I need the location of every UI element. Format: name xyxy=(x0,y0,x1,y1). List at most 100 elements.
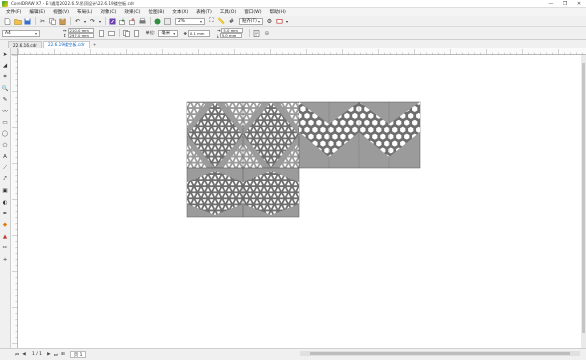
tab-22-6-19-panel[interactable]: 22.6.19镂空板.cdr xyxy=(43,41,90,48)
menu-layout[interactable]: 布局(L) xyxy=(73,9,96,15)
artistic-media-tool-icon[interactable]: 〰 xyxy=(1,107,10,116)
paper-size-value: A4 xyxy=(5,30,11,36)
menu-help[interactable]: 帮助(H) xyxy=(266,9,290,15)
transparency-tool-icon[interactable]: ◐ xyxy=(1,198,10,207)
landscape-icon[interactable] xyxy=(107,29,116,38)
menu-text[interactable]: 文本(X) xyxy=(168,9,192,15)
current-page-icon[interactable] xyxy=(132,29,141,38)
options-gear-icon[interactable]: ⚙ xyxy=(265,17,274,26)
app-launcher-icon[interactable] xyxy=(153,17,162,26)
all-pages-icon[interactable] xyxy=(122,29,131,38)
snap-to-select[interactable]: 贴齐(T) ▾ xyxy=(239,17,263,25)
copy-icon[interactable] xyxy=(48,17,57,26)
page-height-input[interactable]: 297.0 mm xyxy=(67,33,94,38)
last-page-icon[interactable]: ⏭ xyxy=(53,352,59,358)
add-tool-plus-icon[interactable]: + xyxy=(1,255,10,264)
next-page-icon[interactable]: ▶ xyxy=(46,352,52,358)
vertical-scroll-thumb[interactable] xyxy=(582,63,585,333)
drawing-canvas[interactable] xyxy=(18,55,586,348)
vertical-ruler[interactable] xyxy=(11,55,18,348)
full-screen-icon[interactable]: ⛶ xyxy=(207,17,216,26)
paste-icon[interactable] xyxy=(58,17,67,26)
maximize-button[interactable]: ❐ xyxy=(558,0,572,8)
parallel-dimension-tool-icon[interactable]: ⟋ xyxy=(1,164,10,173)
shape-tool-icon[interactable]: ◢ xyxy=(1,61,10,70)
connector-tool-icon[interactable]: ⤤ xyxy=(1,175,10,184)
minimize-button[interactable]: — xyxy=(544,0,558,8)
close-button[interactable]: ✕ xyxy=(572,0,586,8)
outline-pen-tool-icon[interactable]: ✏ xyxy=(1,244,10,253)
page-height-row: ↕ 297.0 mm xyxy=(62,33,94,38)
menu-bitmaps[interactable]: 位图(B) xyxy=(144,9,168,15)
freehand-tool-icon[interactable]: ✎ xyxy=(1,96,10,105)
horizontal-scrollbar[interactable] xyxy=(300,351,580,356)
menu-object[interactable]: 对象(C) xyxy=(96,9,120,15)
window-title: CorelDRAW X7 - E:\通用2022.6.5\吊顶设计\22.6.1… xyxy=(11,0,135,6)
rectangle-tool-icon[interactable]: ▭ xyxy=(1,118,10,127)
menu-effects[interactable]: 效果(C) xyxy=(120,9,144,15)
edit-page-icon[interactable] xyxy=(252,29,261,38)
duplicate-y-input[interactable]: 5.0 mm xyxy=(219,33,242,38)
units-select[interactable]: 毫米 ▾ xyxy=(158,29,179,37)
menu-view[interactable]: 视图(V) xyxy=(49,9,73,15)
redo-icon[interactable]: ↷ xyxy=(88,17,97,26)
page-tab-1[interactable]: 页 1 xyxy=(69,351,87,358)
zoom-level-value: 2% xyxy=(178,18,185,24)
welcome-screen-icon[interactable] xyxy=(163,17,172,26)
menu-window[interactable]: 窗口(W) xyxy=(240,9,265,15)
ruler-origin-corner[interactable] xyxy=(11,48,18,55)
export-icon[interactable] xyxy=(128,17,137,26)
zoom-level-select[interactable]: 2% ▾ xyxy=(175,17,205,25)
panel-hexagon-zigzag[interactable] xyxy=(296,99,425,174)
cut-icon[interactable]: ✂ xyxy=(38,17,47,26)
toolbar-separator xyxy=(249,29,251,37)
menu-edit[interactable]: 编辑(E) xyxy=(25,9,49,15)
save-icon[interactable] xyxy=(23,17,32,26)
menu-file[interactable]: 文件(F) xyxy=(2,9,25,15)
crosshair-icon[interactable]: ⊕ xyxy=(262,29,271,38)
chevron-down-icon: ▾ xyxy=(257,18,260,24)
text-tool-icon[interactable]: A xyxy=(1,153,10,162)
crop-tool-icon[interactable]: ⌗ xyxy=(1,73,10,82)
polygon-tool-icon[interactable]: ⬠ xyxy=(1,141,10,150)
first-page-icon[interactable]: ⏮ xyxy=(14,352,20,358)
new-document-icon[interactable] xyxy=(3,17,12,26)
portrait-icon[interactable] xyxy=(97,29,106,38)
new-tab-plus-icon[interactable]: + xyxy=(91,41,99,48)
drop-shadow-tool-icon[interactable]: ▣ xyxy=(1,187,10,196)
panel-triangle-diamond[interactable] xyxy=(182,101,312,174)
chevron-down-icon[interactable]: ▾ xyxy=(285,17,289,26)
undo-icon[interactable]: ↶ xyxy=(73,17,82,26)
page-dimensions: ↔ 210.0 mm ↕ 297.0 mm xyxy=(62,28,94,38)
toolbar-separator xyxy=(118,29,120,37)
tab-22-6-16[interactable]: 22.6.16.cdr xyxy=(8,41,42,48)
pick-tool-icon[interactable]: ➤ xyxy=(1,50,10,59)
horizontal-scroll-thumb[interactable] xyxy=(310,352,570,355)
chevron-down-icon: ▾ xyxy=(199,18,202,24)
print-icon[interactable] xyxy=(138,17,147,26)
menu-tools[interactable]: 工具(O) xyxy=(216,9,240,15)
search-content-icon[interactable] xyxy=(108,17,117,26)
show-grid-icon[interactable]: # xyxy=(227,17,236,26)
eyedropper-tool-icon[interactable]: ✒ xyxy=(1,209,10,218)
horizontal-ruler-ticks xyxy=(18,49,583,55)
open-folder-icon[interactable] xyxy=(13,17,22,26)
nudge-distance-input[interactable]: 0.1 mm xyxy=(187,29,210,37)
toolbar-separator xyxy=(35,17,36,25)
zoom-tool-icon[interactable]: 🔍 xyxy=(1,84,10,93)
launch-dropdown-icon[interactable] xyxy=(275,17,284,26)
smart-fill-tool-icon[interactable]: ▲ xyxy=(1,232,10,241)
redo-dropdown-icon[interactable]: ▾ xyxy=(98,17,102,26)
panel-triangle-band[interactable] xyxy=(182,167,312,228)
paper-size-select[interactable]: A4 ▾ xyxy=(2,29,40,37)
show-rulers-icon[interactable]: 📏 xyxy=(217,17,226,26)
vertical-scrollbar[interactable] xyxy=(581,55,586,348)
undo-dropdown-icon[interactable]: ▾ xyxy=(83,17,87,26)
horizontal-ruler[interactable] xyxy=(18,48,586,55)
add-page-icon[interactable]: ⊞ xyxy=(60,352,66,358)
interactive-fill-tool-icon[interactable]: ◆ xyxy=(1,221,10,230)
ellipse-tool-icon[interactable]: ◯ xyxy=(1,130,10,139)
import-icon[interactable] xyxy=(118,17,127,26)
previous-page-icon[interactable]: ◀ xyxy=(21,352,27,358)
menu-table[interactable]: 表格(T) xyxy=(192,9,216,15)
